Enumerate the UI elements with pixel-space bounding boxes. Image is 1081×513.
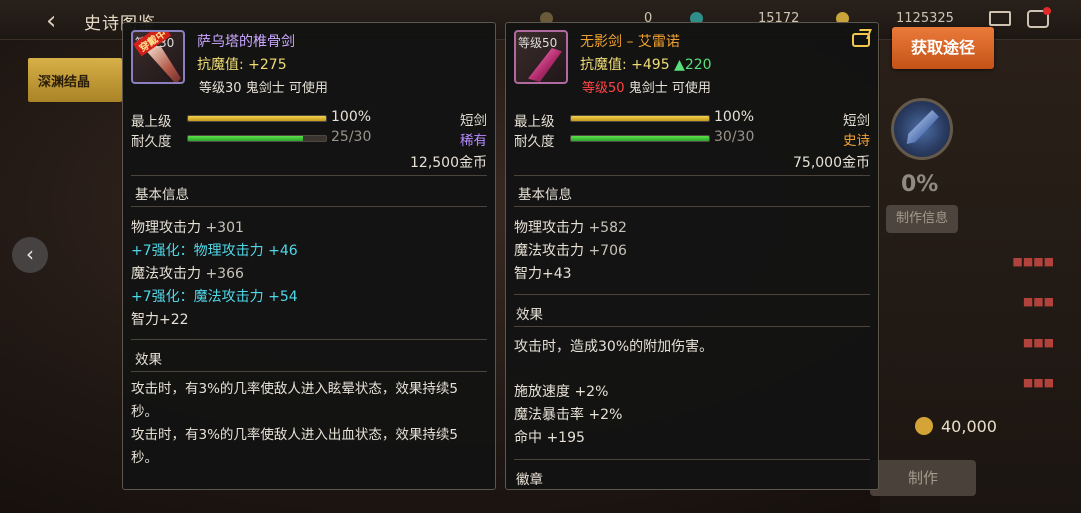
stat-line: 魔法攻击力 +366 — [131, 266, 244, 282]
material-row: ■■■ — [1022, 295, 1054, 308]
extra-stat: 命中 +195 — [514, 430, 585, 446]
durability-bar — [187, 135, 327, 142]
effect-description: 攻击时，有3%的几率使敌人进入眩晕状态，效果持续5 秒。 攻击时，有3%的几率使… — [131, 381, 459, 466]
gold-amount: 40,000 — [941, 417, 997, 436]
stat-line-enhance: +7强化：魔法攻击力 +54 — [131, 289, 298, 305]
stat-line: 物理攻击力 +582 — [514, 220, 627, 236]
item-icon: 等级30 穿戴中 — [131, 30, 185, 84]
material-row: ■■■■ — [1012, 255, 1054, 268]
sword-icon — [147, 46, 181, 82]
basic-info-title: 基本信息 — [518, 187, 572, 203]
durability-value: 25/30 — [331, 129, 372, 145]
usage-requirement: 等级30 鬼剑士 可使用 — [199, 81, 328, 96]
make-info-button[interactable]: 制作信息 — [886, 205, 958, 233]
stat-line: 智力+22 — [131, 312, 189, 328]
item-icon: 等级50 — [514, 30, 568, 84]
weapon-type: 短剑 — [843, 113, 870, 129]
rarity: 稀有 — [460, 133, 487, 149]
weapon-type: 短剑 — [460, 113, 487, 129]
mail-icon[interactable] — [989, 11, 1011, 26]
magic-resist: 抗魔值: +275 — [197, 57, 287, 73]
durability-label: 耐久度 — [514, 134, 555, 150]
item-name: 萨乌塔的椎骨剑 — [197, 34, 295, 50]
effect-description: 攻击时，造成30%的附加伤害。 — [514, 339, 714, 355]
emblem-title: 徽章 — [516, 472, 543, 488]
item-tooltip-compare: 等级50 无影剑 – 艾雷诺 抗魔值: +495 ▲220 等级50 鬼剑士 可… — [505, 22, 879, 490]
divider — [131, 371, 487, 372]
durability-label: 耐久度 — [131, 134, 172, 150]
divider — [131, 175, 487, 176]
divider — [514, 175, 870, 176]
stat-line-enhance: +7强化：物理攻击力 +46 — [131, 243, 298, 259]
divider — [514, 326, 870, 327]
item-tooltip-equipped: 等级30 穿戴中 萨乌塔的椎骨剑 抗魔值: +275 等级30 鬼剑士 可使用 … — [122, 22, 496, 490]
grade-bar — [570, 115, 710, 122]
effect-title: 效果 — [135, 352, 162, 368]
prev-arrow-icon[interactable]: ‹ — [12, 237, 48, 273]
divider — [514, 459, 870, 460]
effect-title: 效果 — [516, 307, 543, 323]
divider — [131, 339, 487, 340]
craft-button[interactable]: 制作 — [870, 460, 976, 496]
back-arrow-icon[interactable]: ‹ — [46, 6, 56, 36]
icon-level: 等级50 — [518, 36, 558, 50]
grade-percent: 100% — [331, 109, 372, 125]
grade-bar — [187, 115, 327, 122]
material-row: ■■■ — [1022, 376, 1054, 389]
extra-stat: 魔法暴击率 +2% — [514, 407, 623, 423]
usage-requirement: 等级50 鬼剑士 可使用 — [582, 81, 711, 96]
grade-label: 最上级 — [131, 114, 172, 130]
stat-line: 魔法攻击力 +706 — [514, 243, 627, 259]
extra-stat: 施放速度 +2% — [514, 384, 609, 400]
gold-coin-icon — [915, 417, 933, 435]
divider — [514, 206, 870, 207]
divider — [131, 206, 487, 207]
resource-count-3: 1125325 — [896, 11, 954, 26]
basic-info-title: 基本信息 — [135, 187, 189, 203]
item-name: 无影剑 – 艾雷诺 — [580, 34, 680, 50]
grade-percent: 100% — [714, 109, 755, 125]
sell-price: 12,500金币 — [410, 155, 487, 171]
craft-progress: 0% — [901, 172, 939, 197]
notification-dot-icon — [1043, 7, 1051, 15]
durability-value: 30/30 — [714, 129, 755, 145]
side-tab[interactable]: 深渊结晶 — [28, 58, 122, 102]
sell-price: 75,000金币 — [793, 155, 870, 171]
durability-bar — [570, 135, 710, 142]
divider — [514, 294, 870, 295]
stat-line: 智力+43 — [514, 266, 572, 282]
stat-line: 物理攻击力 +301 — [131, 220, 244, 236]
gold-cost: 40,000 — [915, 417, 997, 436]
sword-icon — [528, 48, 562, 82]
grade-label: 最上级 — [514, 114, 555, 130]
rarity: 史诗 — [843, 133, 870, 149]
material-row: ■■■ — [1022, 336, 1054, 349]
obtain-method-button[interactable]: 获取途径 — [892, 27, 994, 69]
magic-resist: 抗魔值: +495 ▲220 — [580, 57, 712, 73]
share-icon[interactable] — [852, 33, 870, 47]
